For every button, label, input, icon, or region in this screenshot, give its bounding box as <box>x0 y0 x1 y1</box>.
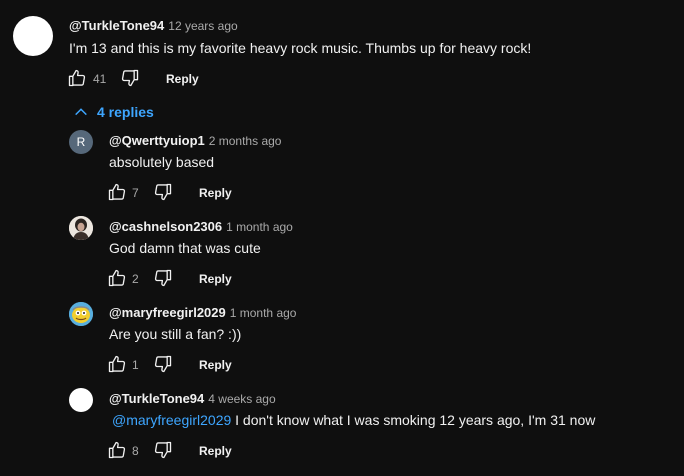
reply-author[interactable]: @maryfreegirl2029 <box>109 305 226 320</box>
reply-button[interactable]: Reply <box>166 72 199 86</box>
comment-time[interactable]: 12 years ago <box>168 19 237 33</box>
avatar-letter: R <box>76 135 86 149</box>
replies-toggle-label: 4 replies <box>97 104 154 120</box>
thumbs-up-icon <box>108 355 126 373</box>
avatar-photo <box>69 302 93 326</box>
reply-author[interactable]: @cashnelson2306 <box>109 219 222 234</box>
reply-header: @maryfreegirl2029 1 month ago <box>109 305 296 320</box>
dislike-button[interactable] <box>120 68 140 88</box>
reply-header: @cashnelson2306 1 month ago <box>109 219 293 234</box>
thumbs-up-icon <box>68 69 86 87</box>
dislike-button[interactable] <box>153 182 173 202</box>
reply-time[interactable]: 2 months ago <box>209 134 282 148</box>
like-count: 1 <box>132 358 139 372</box>
avatar[interactable] <box>69 216 93 240</box>
reply-author[interactable]: @TurkleTone94 <box>109 391 204 406</box>
thumbs-down-icon <box>121 69 139 87</box>
like-count: 41 <box>93 72 107 86</box>
like-button[interactable] <box>107 440 127 460</box>
dislike-button[interactable] <box>153 440 173 460</box>
avatar[interactable] <box>13 16 53 56</box>
chevron-up-icon <box>75 108 87 116</box>
reply-text: @maryfreegirl2029 I don't know what I wa… <box>112 412 595 428</box>
like-button[interactable] <box>67 68 87 88</box>
like-button[interactable] <box>107 268 127 288</box>
like-count: 8 <box>132 444 139 458</box>
replies-toggle[interactable]: 4 replies <box>73 104 154 120</box>
thumbs-down-icon <box>154 441 172 459</box>
reply-time[interactable]: 1 month ago <box>230 306 297 320</box>
thumbs-up-icon <box>108 269 126 287</box>
like-button[interactable] <box>107 354 127 374</box>
reply-text: absolutely based <box>109 154 215 170</box>
reply-time[interactable]: 4 weeks ago <box>208 392 275 406</box>
dislike-button[interactable] <box>153 354 173 374</box>
like-button[interactable] <box>107 182 127 202</box>
reply-time[interactable]: 1 month ago <box>226 220 293 234</box>
reply-text: Are you still a fan? :)) <box>109 326 242 342</box>
reply-text: God damn that was cute <box>109 240 261 256</box>
avatar[interactable] <box>69 388 93 412</box>
avatar-photo <box>69 216 93 240</box>
reply-text-body: I don't know what I was smoking 12 years… <box>231 412 596 428</box>
dislike-button[interactable] <box>153 268 173 288</box>
thumbs-down-icon <box>154 183 172 201</box>
reply-button[interactable]: Reply <box>199 444 232 458</box>
reply-button[interactable]: Reply <box>199 358 232 372</box>
reply-button[interactable]: Reply <box>199 186 232 200</box>
like-count: 7 <box>132 186 139 200</box>
thumbs-down-icon <box>154 269 172 287</box>
thumbs-down-icon <box>154 355 172 373</box>
comment-author[interactable]: @TurkleTone94 <box>69 18 164 33</box>
comment-text: I'm 13 and this is my favorite heavy roc… <box>69 40 532 56</box>
avatar[interactable]: R <box>69 130 93 154</box>
comment-header: @TurkleTone94 12 years ago <box>69 18 238 33</box>
reply-button[interactable]: Reply <box>199 272 232 286</box>
reply-header: @TurkleTone94 4 weeks ago <box>109 391 276 406</box>
mention-link[interactable]: @maryfreegirl2029 <box>112 412 231 428</box>
like-count: 2 <box>132 272 139 286</box>
thumbs-up-icon <box>108 441 126 459</box>
thumbs-up-icon <box>108 183 126 201</box>
reply-header: @Qwerttyuiop1 2 months ago <box>109 133 281 148</box>
avatar[interactable] <box>69 302 93 326</box>
reply-author[interactable]: @Qwerttyuiop1 <box>109 133 205 148</box>
